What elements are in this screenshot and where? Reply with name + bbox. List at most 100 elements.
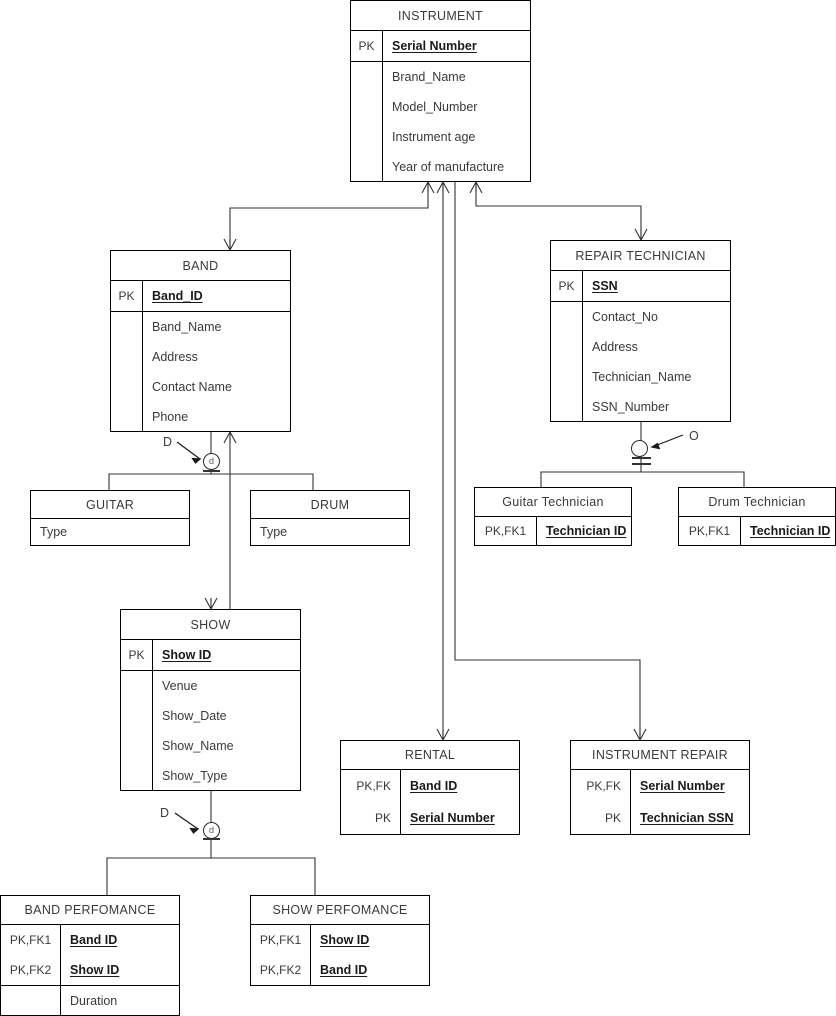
crowfoot-rental-top xyxy=(436,728,450,741)
attribute-key-label: PK xyxy=(551,271,583,301)
primary-key-attribute: Technician ID xyxy=(750,524,831,538)
entity-title: GUITAR xyxy=(31,491,189,519)
entity-title: SHOW xyxy=(121,610,300,640)
specialization-label-disjoint: D xyxy=(160,806,170,820)
attribute-name: Instrument age xyxy=(392,130,476,144)
attribute-key-label: PK,FK xyxy=(571,770,631,802)
entity-show-perfomance[interactable]: SHOW PERFOMANCE PK,FK1 Show ID PK,FK2 Band I… xyxy=(250,895,430,986)
specialization-label-overlapping: O xyxy=(689,429,699,443)
wire-instrument-band xyxy=(229,181,429,251)
entity-instrument[interactable]: INSTRUMENT PK Serial Number Brand_Name Model… xyxy=(350,0,531,182)
attribute-row: Model_Number xyxy=(351,92,530,122)
attribute-name: Show_Type xyxy=(162,769,228,783)
attribute-name: Venue xyxy=(162,679,198,693)
attribute-group: Band_Name Address Contact Name Phone xyxy=(111,311,290,432)
attribute-key-label xyxy=(111,312,143,342)
specialization-circle-icon: d xyxy=(203,453,220,470)
er-diagram-canvas: INSTRUMENT PK Serial Number Brand_Name Model… xyxy=(0,0,836,1016)
crowfoot-repair-top xyxy=(633,728,647,741)
show-spec-arrowhead xyxy=(189,827,200,834)
attribute-row: PK Technician SSN xyxy=(571,802,749,834)
entity-repair-technician[interactable]: REPAIR TECHNICIAN PK SSN Contact_No Address T… xyxy=(550,240,731,422)
attribute-row: Venue xyxy=(121,671,300,701)
entity-band-perfomance[interactable]: BAND PERFOMANCE PK,FK1 Band ID PK,FK2 Show I… xyxy=(0,895,180,1016)
entity-guitar-technician[interactable]: Guitar Technician PK,FK1 Technician ID xyxy=(474,487,632,546)
primary-key-attribute: Technician SSN xyxy=(640,811,734,825)
attribute-group: PK Serial Number xyxy=(351,31,530,61)
attribute-group: PK,FK1 Technician ID xyxy=(475,517,631,545)
attribute-row: PK Serial Number xyxy=(351,31,530,61)
attribute-group: Type xyxy=(251,519,409,545)
crowfoot-technician-top xyxy=(634,228,648,241)
attribute-key-label xyxy=(351,152,383,182)
attribute-name: Duration xyxy=(70,994,118,1008)
attribute-row: Address xyxy=(111,342,290,372)
entity-title: INSTRUMENT xyxy=(351,1,530,31)
attribute-group: Contact_No Address Technician_Name SSN_Numb… xyxy=(551,301,730,422)
band-spec-pointer xyxy=(176,441,201,460)
attribute-group: Duration xyxy=(1,985,179,1016)
attribute-row: PK Serial Number xyxy=(341,802,519,834)
attribute-key-label: PK,FK2 xyxy=(1,955,61,985)
attribute-key-label xyxy=(351,122,383,152)
crowfoot-band-top xyxy=(223,238,237,251)
attribute-name: Type xyxy=(40,525,68,539)
entity-rental[interactable]: RENTAL PK,FK Band ID PK Serial Number xyxy=(340,740,520,835)
attribute-name: Phone xyxy=(152,410,189,424)
attribute-group: PK,FK Band ID PK Serial Number xyxy=(341,770,519,834)
attribute-name: Model_Number xyxy=(392,100,478,114)
crowfoot-band-bottom xyxy=(223,431,237,444)
tech-spec-pointer xyxy=(651,434,684,448)
attribute-key-label xyxy=(111,372,143,402)
attribute-key-label: PK xyxy=(121,640,153,670)
entity-drum-technician[interactable]: Drum Technician PK,FK1 Technician ID xyxy=(678,487,836,546)
attribute-row: Instrument age xyxy=(351,122,530,152)
specialization-circle-icon: d xyxy=(203,822,220,839)
attribute-row: Contact_No xyxy=(551,302,730,332)
attribute-name: Brand_Name xyxy=(392,70,466,84)
attribute-key-label: PK,FK1 xyxy=(1,925,61,955)
attribute-row: Show_Date xyxy=(121,701,300,731)
attribute-key-label xyxy=(551,302,583,332)
entity-drum[interactable]: DRUM Type xyxy=(250,490,410,546)
tech-spec-arrowhead xyxy=(650,442,661,450)
attribute-row: PK,FK1 Band ID xyxy=(1,925,179,955)
primary-key-attribute: SSN xyxy=(592,279,618,293)
attribute-key-label xyxy=(351,92,383,122)
entity-instrument-repair[interactable]: INSTRUMENT REPAIR PK,FK Serial Number PK Tec… xyxy=(570,740,750,835)
attribute-key-label xyxy=(551,362,583,392)
attribute-group: PK Show ID xyxy=(121,640,300,670)
attribute-group: PK,FK1 Band ID PK,FK2 Show ID xyxy=(1,925,179,985)
attribute-name: SSN_Number xyxy=(592,400,670,414)
attribute-key-label xyxy=(111,402,143,432)
attribute-row: PK,FK1 Show ID xyxy=(251,925,429,955)
attribute-row: PK,FK2 Band ID xyxy=(251,955,429,985)
attribute-name: Address xyxy=(152,350,198,364)
attribute-key-label: PK xyxy=(111,281,143,311)
attribute-row: Phone xyxy=(111,402,290,432)
attribute-key-label xyxy=(111,342,143,372)
attribute-row: PK,FK Band ID xyxy=(341,770,519,802)
entity-guitar[interactable]: GUITAR Type xyxy=(30,490,190,546)
attribute-key-label: PK xyxy=(351,31,383,61)
attribute-key-label xyxy=(551,332,583,362)
entity-title: REPAIR TECHNICIAN xyxy=(551,241,730,271)
entity-band[interactable]: BAND PK Band_ID Band_Name Address Contact Nam… xyxy=(110,250,291,432)
primary-key-attribute: Serial Number xyxy=(392,39,477,53)
entity-title: Drum Technician xyxy=(679,488,835,517)
entity-show[interactable]: SHOW PK Show ID Venue Show_Date Show_Name Show… xyxy=(120,609,301,791)
attribute-key-label xyxy=(121,671,153,701)
primary-key-attribute: Show ID xyxy=(162,648,212,662)
attribute-row: Duration xyxy=(1,986,179,1016)
attribute-name: Type xyxy=(260,525,288,539)
specialization-circle-icon xyxy=(631,440,648,457)
attribute-row: PK,FK1 Technician ID xyxy=(475,517,631,545)
primary-key-attribute: Band_ID xyxy=(152,289,203,303)
attribute-name: Show_Name xyxy=(162,739,234,753)
attribute-group: PK,FK1 Show ID PK,FK2 Band ID xyxy=(251,925,429,985)
attribute-row: Technician_Name xyxy=(551,362,730,392)
attribute-group: Type xyxy=(31,519,189,545)
entity-title: RENTAL xyxy=(341,741,519,770)
attribute-row: Contact Name xyxy=(111,372,290,402)
entity-title: BAND xyxy=(111,251,290,281)
